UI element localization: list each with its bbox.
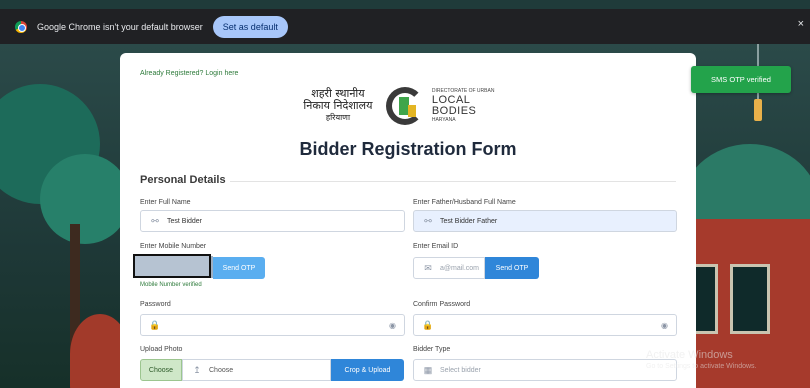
hindi-title: शहरी स्थानीय निकाय निदेशालय हरियाणा (298, 88, 378, 124)
father-name-field[interactable]: ⚯ Test Bidder Father (413, 210, 677, 232)
mobile-verified-note: Mobile Number verified (140, 282, 202, 288)
lock-icon: 🔒 (422, 319, 434, 330)
browser-infobar: Google Chrome isn't your default browser… (0, 9, 810, 44)
infobar-message: Google Chrome isn't your default browser (37, 21, 203, 32)
email-placeholder: a@mail.com (440, 264, 480, 272)
password-field[interactable]: 🔒 ◉ (140, 314, 405, 336)
email-label: Enter Email ID (413, 243, 459, 250)
email-send-otp-button[interactable]: Send OTP (485, 257, 539, 279)
bidder-type-placeholder: Select bidder (440, 366, 481, 374)
email-field[interactable]: ✉ a@mail.com (413, 257, 485, 279)
section-title-personal: Personal Details (140, 174, 226, 186)
page-title: Bidder Registration Form (299, 139, 517, 159)
full-name-label: Enter Full Name (140, 199, 191, 206)
window-decoration (730, 264, 770, 334)
choose-photo-button[interactable]: Choose (140, 359, 182, 381)
bidder-type-select[interactable]: ▦ Select bidder (413, 359, 677, 381)
mail-icon: ✉ (424, 262, 432, 273)
crop-upload-button[interactable]: Crop & Upload (331, 359, 404, 381)
photo-file-field[interactable]: ↥ Choose (182, 359, 331, 381)
department-logo: शहरी स्थानीय निकाय निदेशालय हरियाणा DIRE… (298, 83, 518, 129)
set-as-default-button[interactable]: Set as default (212, 15, 288, 38)
registration-card: Already Registered? Login here शहरी स्था… (120, 53, 696, 388)
mobile-number-redacted (133, 254, 211, 278)
chrome-logo-icon (15, 20, 27, 33)
eye-icon[interactable]: ◉ (389, 321, 396, 330)
father-name-value: Test Bidder Father (440, 217, 498, 225)
full-name-field[interactable]: ⚯ Test Bidder (140, 210, 405, 232)
sms-otp-toast: SMS OTP verified (691, 66, 791, 93)
watermark-line-2: Go to Settings to activate Windows. (646, 363, 757, 370)
upload-photo-label: Upload Photo (140, 346, 183, 353)
user-icon: ⚯ (424, 215, 432, 226)
dept-line-2: LOCAL BODIES (431, 94, 477, 117)
dept-line-3: HARYANA (431, 117, 456, 123)
mobile-send-otp-button[interactable]: Send OTP (213, 257, 265, 279)
emblem-icon (384, 85, 426, 127)
watermark-line-1: Activate Windows (646, 349, 733, 361)
eye-icon[interactable]: ◉ (661, 321, 668, 330)
lock-icon: 🔒 (149, 319, 161, 330)
login-link[interactable]: Already Registered? Login here (140, 70, 238, 77)
windows-activation-watermark: Activate Windows Go to Settings to activ… (646, 349, 757, 370)
confirm-password-label: Confirm Password (413, 301, 471, 308)
lamp-decoration (754, 99, 762, 121)
confirm-password-field[interactable]: 🔒 ◉ (413, 314, 677, 336)
user-icon: ⚯ (151, 215, 159, 226)
password-label: Password (140, 301, 171, 308)
section-divider (230, 181, 676, 182)
hindi-line-2: निकाय निदेशालय (303, 99, 373, 112)
hindi-line-3: हरियाणा (325, 113, 351, 122)
photo-file-text: Choose (209, 366, 234, 374)
building-icon: ▦ (423, 364, 433, 375)
department-name: DIRECTORATE OF URBAN LOCAL BODIES HARYAN… (432, 88, 518, 124)
tree-decoration (40, 154, 130, 244)
bidder-type-label: Bidder Type (413, 346, 451, 353)
upload-icon: ↥ (193, 364, 201, 375)
full-name-value: Test Bidder (167, 217, 203, 225)
father-name-label: Enter Father/Husband Full Name (413, 199, 516, 206)
close-icon[interactable]: × (798, 18, 804, 30)
mobile-label: Enter Mobile Number (140, 243, 207, 250)
